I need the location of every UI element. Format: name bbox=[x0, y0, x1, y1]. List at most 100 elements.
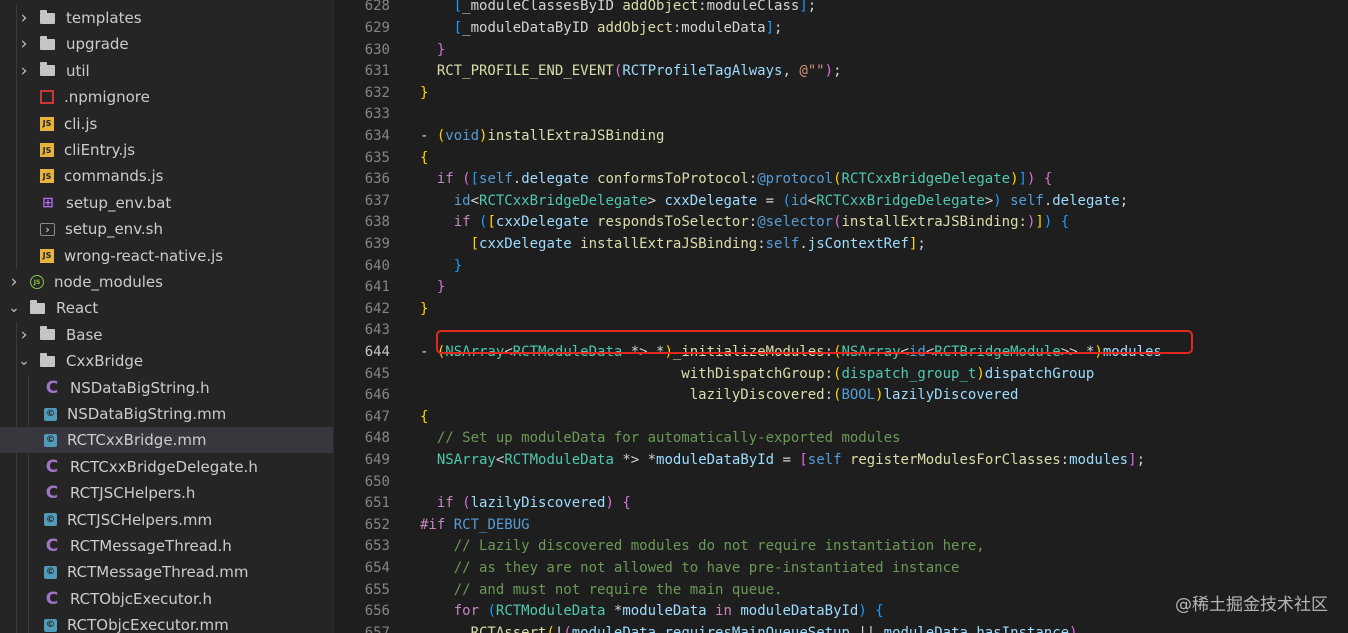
line-number: 652 bbox=[364, 516, 390, 533]
tree-item-rctmessagethread-h[interactable]: C RCTMessageThread.h bbox=[0, 533, 333, 559]
tree-item-rctjschelpers-h[interactable]: C RCTJSCHelpers.h bbox=[0, 480, 333, 506]
tree-item-templates[interactable]: › templates bbox=[0, 5, 333, 31]
line-number: 647 bbox=[364, 408, 390, 425]
tree-item-rctcxxbridgedelegate-h[interactable]: C RCTCxxBridgeDelegate.h bbox=[0, 454, 333, 480]
code-line[interactable]: 645 withDispatchGroup:(dispatch_group_t)… bbox=[334, 364, 1348, 386]
tree-item-rctjschelpers-mm[interactable]: © RCTJSCHelpers.mm bbox=[0, 507, 333, 533]
code-line[interactable]: 628 [_moduleClassesByID addObject:module… bbox=[334, 0, 1348, 18]
tree-item-label: templates bbox=[66, 9, 142, 27]
code-text: } bbox=[436, 41, 446, 58]
javascript-file-icon: JS bbox=[40, 143, 54, 157]
code-line[interactable]: 633 bbox=[334, 104, 1348, 126]
code-line[interactable]: 651 if (lazilyDiscovered) { bbox=[334, 493, 1348, 515]
chevron-right-icon[interactable]: › bbox=[18, 34, 30, 54]
code-line[interactable]: 640 } bbox=[334, 256, 1348, 278]
line-number: 639 bbox=[364, 236, 390, 252]
tree-item-upgrade[interactable]: › upgrade bbox=[0, 31, 333, 57]
code-line[interactable]: 646 lazilyDiscovered:(BOOL)lazilyDiscove… bbox=[334, 385, 1348, 407]
line-number: 653 bbox=[364, 538, 390, 555]
explorer-sidebar: › templates › upgrade › util .npmignore JS cli.j… bbox=[0, 0, 334, 633]
code-line[interactable]: 652 #if RCT_DEBUG bbox=[334, 515, 1348, 537]
tree-item-label: wrong-react-native.js bbox=[64, 246, 224, 265]
tree-item-react[interactable]: ⌄ React bbox=[0, 295, 333, 321]
code-text: id<RCTCxxBridgeDelegate> cxxDelegate = (… bbox=[453, 192, 1129, 209]
code-text: { bbox=[420, 149, 429, 166]
tree-item-label: util bbox=[66, 61, 90, 80]
line-number: 650 bbox=[364, 473, 390, 490]
objc-file-icon: © bbox=[44, 618, 57, 632]
line-number: 630 bbox=[364, 41, 390, 58]
chevron-down-icon[interactable]: ⌄ bbox=[8, 300, 20, 316]
chevron-right-icon[interactable]: › bbox=[18, 8, 30, 28]
code-line[interactable]: 635 { bbox=[334, 148, 1348, 170]
folder-icon bbox=[40, 326, 55, 341]
line-number: 628 bbox=[364, 0, 390, 15]
tree-item-rctcxxbridge-mm[interactable]: © RCTCxxBridge.mm bbox=[0, 427, 333, 454]
tree-item--npmignore[interactable]: .npmignore bbox=[0, 84, 333, 110]
code-text: } bbox=[453, 257, 463, 274]
code-text: for (RCTModuleData *moduleData in module… bbox=[453, 603, 884, 620]
code-editor[interactable]: 628 [_moduleClassesByID addObject:module… bbox=[334, 0, 1348, 633]
c-header-file-icon: C bbox=[45, 588, 59, 609]
tree-item-label: RCTObjcExecutor.mm bbox=[67, 616, 229, 633]
code-line[interactable]: 657 RCTAssert(!(moduleData.requiresMainQ… bbox=[334, 623, 1348, 633]
code-line[interactable]: 639 [cxxDelegate installExtraJSBinding:s… bbox=[334, 234, 1348, 256]
chevron-right-icon[interactable]: › bbox=[18, 325, 30, 345]
line-number: 656 bbox=[364, 603, 390, 620]
tree-item-nsdatabigstring-mm[interactable]: © NSDataBigString.mm bbox=[0, 401, 333, 427]
code-line[interactable]: 634 - (void)installExtraJSBinding bbox=[334, 126, 1348, 148]
code-line[interactable]: 636 if ([self.delegate conformsToProtoco… bbox=[334, 169, 1348, 191]
line-number: 657 bbox=[364, 624, 390, 633]
chevron-right-icon[interactable]: › bbox=[18, 61, 30, 81]
tree-item-cli-js[interactable]: JS cli.js bbox=[0, 111, 333, 137]
code-line[interactable]: 632} bbox=[334, 83, 1348, 105]
code-line[interactable]: 637 id<RCTCxxBridgeDelegate> cxxDelegate… bbox=[334, 191, 1348, 213]
line-number: 644 bbox=[364, 344, 390, 360]
tree-item-wrong-react-native-js[interactable]: JS wrong-react-native.js bbox=[0, 243, 333, 269]
code-text: // Set up moduleData for automatically-e… bbox=[436, 430, 901, 447]
tree-item-commands-js[interactable]: JS commands.js bbox=[0, 163, 333, 189]
tree-item-label: RCTCxxBridge.mm bbox=[67, 431, 207, 450]
tree-item-label: RCTJSCHelpers.mm bbox=[67, 510, 213, 529]
c-header-file-icon: C bbox=[45, 377, 59, 398]
line-number: 632 bbox=[364, 84, 390, 101]
code-line[interactable]: 653 // Lazily discovered modules do not … bbox=[334, 536, 1348, 558]
tree-item-util[interactable]: › util bbox=[0, 58, 333, 84]
code-line[interactable]: 641 } bbox=[334, 277, 1348, 299]
line-number: 641 bbox=[364, 279, 390, 296]
chevron-down-icon[interactable]: ⌄ bbox=[18, 353, 30, 369]
tree-item-node-modules[interactable]: › JS node_modules bbox=[0, 269, 333, 295]
code-text: // and must not require the main queue. bbox=[453, 581, 783, 598]
tree-item-setup-env-bat[interactable]: ⊞ setup_env.bat bbox=[0, 190, 333, 216]
tree-item-rctmessagethread-mm[interactable]: © RCTMessageThread.mm bbox=[0, 559, 333, 585]
tree-item-label: NSDataBigString.h bbox=[70, 378, 210, 397]
code-line[interactable]: 650 bbox=[334, 472, 1348, 494]
code-line[interactable]: 630 } bbox=[334, 40, 1348, 62]
code-line[interactable]: 629 [_moduleDataByID addObject:moduleDat… bbox=[334, 18, 1348, 40]
code-line[interactable]: 648 // Set up moduleData for automatical… bbox=[334, 428, 1348, 450]
tree-item-clientry-js[interactable]: JS cliEntry.js bbox=[0, 137, 333, 163]
code-text: #if RCT_DEBUG bbox=[420, 516, 530, 533]
tree-item-rctobjcexecutor-mm[interactable]: © RCTObjcExecutor.mm bbox=[0, 612, 333, 633]
tree-item-cxxbridge[interactable]: ⌄ CxxBridge bbox=[0, 348, 333, 374]
code-line[interactable]: 649 NSArray<RCTModuleData *> *moduleData… bbox=[334, 450, 1348, 472]
line-number: 649 bbox=[364, 452, 390, 468]
tree-item-setup-env-sh[interactable]: › setup_env.sh bbox=[0, 216, 333, 242]
c-header-file-icon: C bbox=[45, 536, 59, 556]
tree-item-rctobjcexecutor-h[interactable]: C RCTObjcExecutor.h bbox=[0, 586, 333, 612]
line-number: 640 bbox=[364, 257, 390, 274]
code-line[interactable]: 638 if ([cxxDelegate respondsToSelector:… bbox=[334, 212, 1348, 234]
code-line[interactable]: 654 // as they are not allowed to have p… bbox=[334, 558, 1348, 580]
chevron-right-icon[interactable]: › bbox=[8, 272, 20, 292]
code-line[interactable]: 647 { bbox=[334, 407, 1348, 429]
code-text: withDispatchGroup:(dispatch_group_t)disp… bbox=[681, 365, 1095, 382]
code-line[interactable]: 631 RCT_PROFILE_END_EVENT(RCTProfileTagA… bbox=[334, 61, 1348, 83]
code-text: - (void)installExtraJSBinding bbox=[420, 128, 665, 144]
tree-item-nsdatabigstring-h[interactable]: C NSDataBigString.h bbox=[0, 375, 333, 401]
javascript-file-icon: JS bbox=[40, 116, 54, 131]
code-text: // as they are not allowed to have pre-i… bbox=[453, 560, 960, 576]
code-text: lazilyDiscovered:(BOOL)lazilyDiscovered bbox=[689, 387, 1019, 404]
code-line[interactable]: 642} bbox=[334, 299, 1348, 321]
node-modules-folder-icon: JS bbox=[30, 275, 44, 289]
tree-item-base[interactable]: › Base bbox=[0, 322, 333, 348]
